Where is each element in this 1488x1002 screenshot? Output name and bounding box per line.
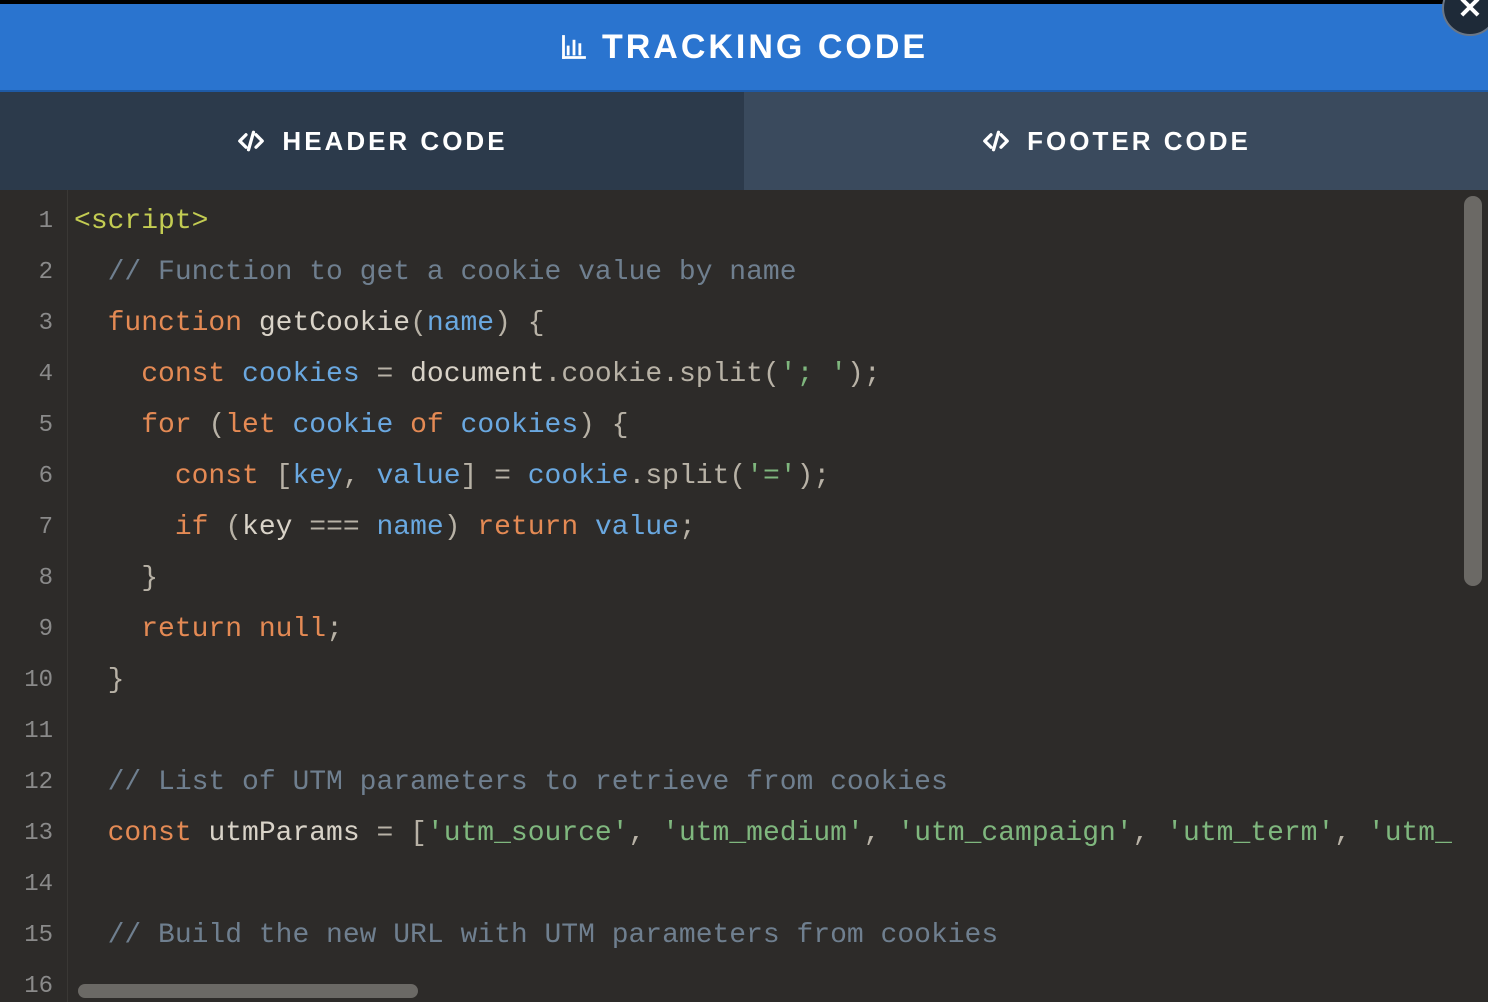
code-line[interactable]: const utmParams = ['utm_source', 'utm_me… bbox=[74, 808, 1488, 859]
tab-header-code[interactable]: HEADER CODE bbox=[0, 92, 744, 190]
code-line[interactable]: if (key === name) return value; bbox=[74, 502, 1488, 553]
code-line[interactable] bbox=[74, 859, 1488, 910]
code-icon bbox=[981, 126, 1011, 156]
modal-title: TRACKING CODE bbox=[560, 28, 928, 67]
code-line[interactable]: // List of UTM parameters to retrieve fr… bbox=[74, 757, 1488, 808]
line-number: 3 bbox=[0, 298, 53, 349]
line-number: 8 bbox=[0, 553, 53, 604]
vertical-scrollbar[interactable] bbox=[1464, 196, 1482, 586]
line-number: 12 bbox=[0, 757, 53, 808]
close-icon: ✕ bbox=[1457, 0, 1482, 26]
tab-header-label: HEADER CODE bbox=[282, 126, 507, 157]
code-line[interactable]: const cookies = document.cookie.split(';… bbox=[74, 349, 1488, 400]
modal-title-text: TRACKING CODE bbox=[602, 28, 928, 67]
line-number: 11 bbox=[0, 706, 53, 757]
code-icon bbox=[236, 126, 266, 156]
line-number: 15 bbox=[0, 910, 53, 961]
line-number: 1 bbox=[0, 196, 53, 247]
code-line[interactable]: // Build the new URL with UTM parameters… bbox=[74, 910, 1488, 961]
line-number: 4 bbox=[0, 349, 53, 400]
tab-footer-code[interactable]: FOOTER CODE bbox=[744, 92, 1488, 190]
code-line[interactable]: for (let cookie of cookies) { bbox=[74, 400, 1488, 451]
bar-chart-icon bbox=[560, 33, 588, 61]
code-line[interactable]: // Function to get a cookie value by nam… bbox=[74, 247, 1488, 298]
code-line[interactable]: } bbox=[74, 655, 1488, 706]
line-number: 14 bbox=[0, 859, 53, 910]
horizontal-scrollbar[interactable] bbox=[78, 984, 418, 998]
code-line[interactable]: <script> bbox=[74, 196, 1488, 247]
line-number: 2 bbox=[0, 247, 53, 298]
line-number: 10 bbox=[0, 655, 53, 706]
code-line[interactable]: const [key, value] = cookie.split('='); bbox=[74, 451, 1488, 502]
line-number: 6 bbox=[0, 451, 53, 502]
line-number-gutter: 12345678910111213141516 bbox=[0, 190, 68, 1002]
code-line[interactable]: } bbox=[74, 553, 1488, 604]
code-line[interactable]: function getCookie(name) { bbox=[74, 298, 1488, 349]
modal-header: TRACKING CODE ✕ bbox=[0, 4, 1488, 92]
code-editor[interactable]: 12345678910111213141516 <script> // Func… bbox=[0, 190, 1488, 1002]
line-number: 13 bbox=[0, 808, 53, 859]
tab-footer-label: FOOTER CODE bbox=[1027, 126, 1251, 157]
tabs: HEADER CODE FOOTER CODE bbox=[0, 92, 1488, 190]
code-content[interactable]: <script> // Function to get a cookie val… bbox=[68, 190, 1488, 1002]
close-button[interactable]: ✕ bbox=[1442, 0, 1488, 36]
code-line[interactable] bbox=[74, 706, 1488, 757]
line-number: 9 bbox=[0, 604, 53, 655]
line-number: 5 bbox=[0, 400, 53, 451]
line-number: 7 bbox=[0, 502, 53, 553]
code-line[interactable]: return null; bbox=[74, 604, 1488, 655]
line-number: 16 bbox=[0, 961, 53, 1002]
